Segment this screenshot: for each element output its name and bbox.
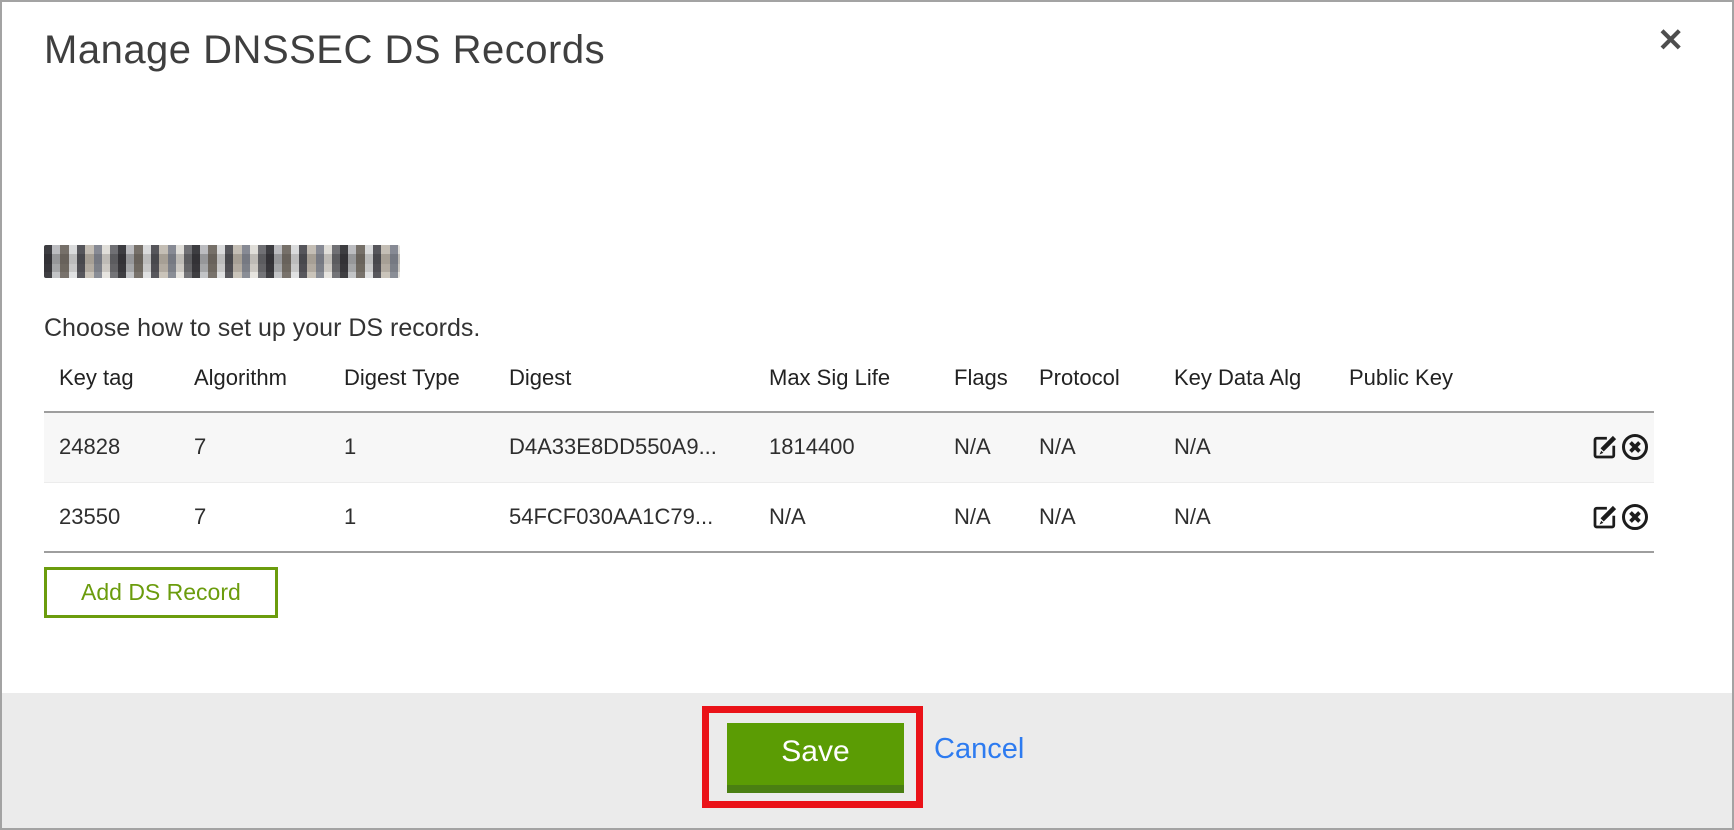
edit-record-icon[interactable] xyxy=(1590,502,1620,532)
col-header-flags: Flags xyxy=(939,365,1024,412)
cell-protocol: N/A xyxy=(1024,412,1159,482)
cell-flags: N/A xyxy=(939,482,1024,552)
cell-algorithm: 7 xyxy=(179,482,329,552)
cell-max-sig-life: N/A xyxy=(754,482,939,552)
col-header-key-data-alg: Key Data Alg xyxy=(1159,365,1334,412)
col-header-public-key: Public Key xyxy=(1334,365,1569,412)
instruction-text: Choose how to set up your DS records. xyxy=(44,314,1690,343)
footer-bar: Save Cancel xyxy=(2,693,1732,828)
delete-record-icon[interactable] xyxy=(1620,502,1650,532)
cell-public-key xyxy=(1334,482,1569,552)
cell-digest: D4A33E8DD550A9... xyxy=(494,412,754,482)
col-header-key-tag: Key tag xyxy=(44,365,179,412)
annotation-red-box: Save xyxy=(702,706,923,808)
cell-protocol: N/A xyxy=(1024,482,1159,552)
table-row: 24828 7 1 D4A33E8DD550A9... 1814400 N/A … xyxy=(44,412,1654,482)
col-header-digest: Digest xyxy=(494,365,754,412)
cell-digest-type: 1 xyxy=(329,412,494,482)
cell-max-sig-life: 1814400 xyxy=(754,412,939,482)
col-header-digest-type: Digest Type xyxy=(329,365,494,412)
cell-digest-type: 1 xyxy=(329,482,494,552)
page-title: Manage DNSSEC DS Records xyxy=(44,28,1690,73)
dnssec-dialog: ✕ Manage DNSSEC DS Records Choose how to… xyxy=(0,0,1734,830)
add-ds-record-button[interactable]: Add DS Record xyxy=(44,567,278,618)
col-header-algorithm: Algorithm xyxy=(179,365,329,412)
cell-key-tag: 23550 xyxy=(44,482,179,552)
delete-record-icon[interactable] xyxy=(1620,432,1650,462)
redacted-domain xyxy=(44,245,400,278)
table-header-row: Key tag Algorithm Digest Type Digest Max… xyxy=(44,365,1654,412)
table-row: 23550 7 1 54FCF030AA1C79... N/A N/A N/A … xyxy=(44,482,1654,552)
col-header-protocol: Protocol xyxy=(1024,365,1159,412)
cell-algorithm: 7 xyxy=(179,412,329,482)
save-button[interactable]: Save xyxy=(727,723,904,793)
cell-digest: 54FCF030AA1C79... xyxy=(494,482,754,552)
col-header-actions xyxy=(1569,365,1654,412)
cell-key-data-alg: N/A xyxy=(1159,482,1334,552)
close-icon[interactable]: ✕ xyxy=(1653,20,1688,60)
col-header-max-sig-life: Max Sig Life xyxy=(754,365,939,412)
cell-key-tag: 24828 xyxy=(44,412,179,482)
cell-public-key xyxy=(1334,412,1569,482)
dialog-content: Manage DNSSEC DS Records Choose how to s… xyxy=(2,28,1732,618)
cancel-link[interactable]: Cancel xyxy=(934,733,1024,766)
edit-record-icon[interactable] xyxy=(1590,432,1620,462)
ds-records-table: Key tag Algorithm Digest Type Digest Max… xyxy=(44,365,1654,553)
cell-flags: N/A xyxy=(939,412,1024,482)
cell-key-data-alg: N/A xyxy=(1159,412,1334,482)
